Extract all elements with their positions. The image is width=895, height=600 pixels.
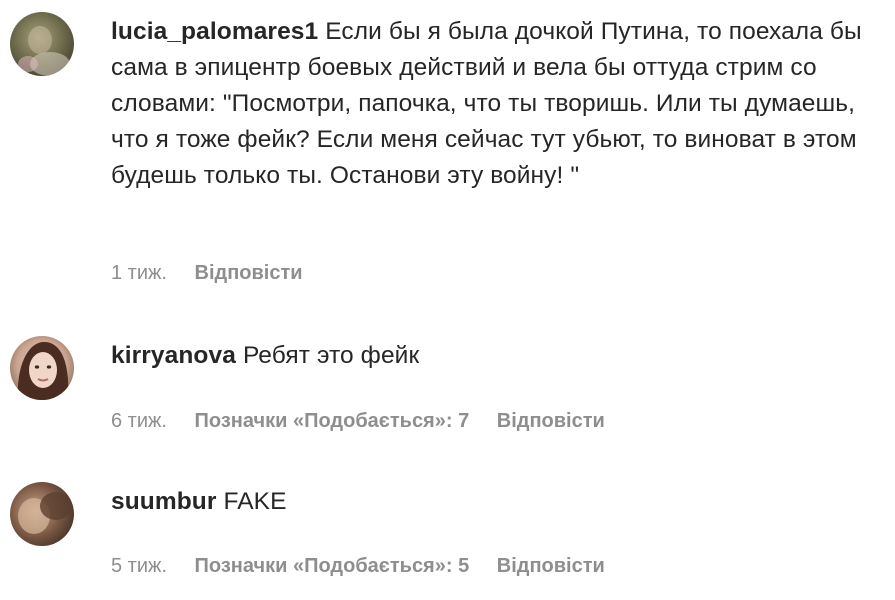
- comment-username[interactable]: suumbur: [111, 488, 217, 515]
- avatar[interactable]: [10, 12, 74, 76]
- likes-count-button[interactable]: Позначки «Подобається»: 7: [195, 410, 470, 432]
- avatar[interactable]: [10, 482, 74, 546]
- comment-body: lucia_palomares1 Если бы я была дочкой Пу…: [111, 14, 881, 194]
- comment-meta: 5 тиж. Позначки «Подобається»: 5 Відпові…: [111, 554, 605, 578]
- comment-time[interactable]: 6 тиж.: [111, 410, 167, 432]
- user-avatar-photo-icon: [10, 482, 74, 546]
- comment-text: Ребят это фейк: [242, 342, 420, 369]
- comment-body: suumbur FAKE: [111, 484, 881, 520]
- comment-time[interactable]: 1 тиж.: [111, 262, 167, 284]
- avatar[interactable]: [10, 336, 74, 400]
- comment-meta: 1 тиж. Відповісти: [111, 261, 303, 285]
- likes-count-button[interactable]: Позначки «Подобається»: 5: [195, 555, 470, 577]
- reply-button[interactable]: Відповісти: [195, 262, 303, 284]
- comment-username[interactable]: kirryanova: [111, 342, 236, 369]
- comment-body: kirryanova Ребят это фейк: [111, 338, 881, 374]
- user-avatar-photo-icon: [10, 336, 74, 400]
- user-avatar-photo-icon: [10, 12, 74, 76]
- comment-meta: 6 тиж. Позначки «Подобається»: 7 Відпові…: [111, 409, 605, 433]
- comment-username[interactable]: lucia_palomares1: [111, 18, 318, 45]
- reply-button[interactable]: Відповісти: [497, 410, 605, 432]
- comment-time[interactable]: 5 тиж.: [111, 555, 167, 577]
- reply-button[interactable]: Відповісти: [497, 555, 605, 577]
- comment-text: FAKE: [223, 488, 287, 515]
